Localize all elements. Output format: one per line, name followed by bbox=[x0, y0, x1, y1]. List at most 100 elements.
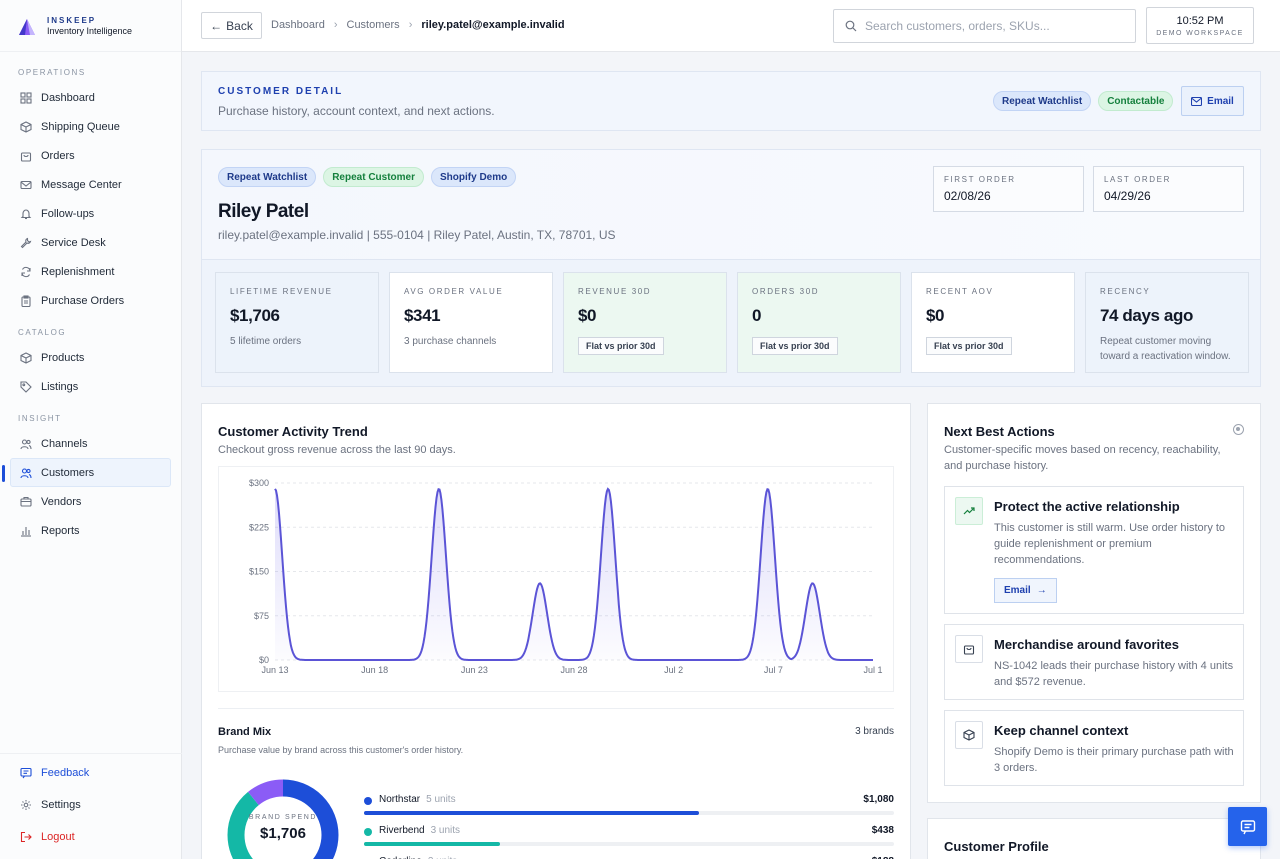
back-label: Back bbox=[226, 18, 253, 33]
action-title: Protect the active relationship bbox=[994, 499, 1180, 514]
donut-center-label: BRAND SPEND $1,706 bbox=[226, 814, 340, 842]
brand-bar-track bbox=[364, 811, 894, 815]
sidebar-item-replenishment[interactable]: Replenishment bbox=[10, 257, 171, 286]
mail-icon bbox=[1191, 96, 1203, 106]
sidebar-item-dashboard[interactable]: Dashboard bbox=[10, 83, 171, 112]
email-button[interactable]: Email bbox=[1181, 86, 1244, 116]
sidebar-item-label: Customers bbox=[41, 466, 95, 479]
sidebar-item-customers[interactable]: Customers bbox=[2, 458, 171, 487]
status-badge: Repeat Watchlist bbox=[993, 91, 1092, 111]
user-icon bbox=[20, 467, 32, 479]
metric-value: $0 bbox=[926, 306, 945, 325]
sidebar-item-label: Replenishment bbox=[41, 265, 115, 278]
search-box[interactable] bbox=[833, 9, 1136, 43]
banner-description: Purchase history, account context, and n… bbox=[218, 104, 495, 118]
sidebar-item-shipping-queue[interactable]: Shipping Queue bbox=[10, 112, 171, 141]
legend-dot bbox=[364, 828, 372, 836]
clock-time: 10:52 PM bbox=[1176, 14, 1224, 27]
target-icon[interactable] bbox=[1233, 424, 1244, 435]
action-text: This customer is still warm. Use order h… bbox=[994, 522, 1226, 566]
last-order-box: LAST ORDER 04/29/26 bbox=[1093, 166, 1244, 212]
sidebar-item-service-desk[interactable]: Service Desk bbox=[10, 228, 171, 257]
action-email-button[interactable]: Email → bbox=[994, 578, 1057, 603]
chat-button[interactable] bbox=[1228, 807, 1267, 846]
y-tick-label: $300 bbox=[249, 478, 269, 488]
sidebar-item-products[interactable]: Products bbox=[10, 343, 171, 372]
metric-revenue-30d: REVENUE 30D $0 Flat vs prior 30d bbox=[563, 272, 727, 373]
wrench-icon bbox=[20, 237, 32, 249]
workspace-clock: 10:52 PM DEMO WORKSPACE bbox=[1146, 7, 1254, 44]
brand-subtitle: Inventory Intelligence bbox=[47, 25, 133, 36]
y-tick-label: $150 bbox=[249, 567, 269, 577]
sidebar-item-label: Logout bbox=[41, 830, 75, 843]
profile-title: Customer Profile bbox=[944, 839, 1049, 854]
first-order-box: FIRST ORDER 02/08/26 bbox=[933, 166, 1084, 212]
breadcrumb-dashboard[interactable]: Dashboard bbox=[271, 19, 325, 31]
legend-dot bbox=[364, 797, 372, 805]
action-text: NS-1042 leads their purchase history wit… bbox=[994, 660, 1234, 688]
nav-section-operations: OPERATIONS bbox=[18, 67, 86, 77]
metric-lifetime-revenue: LIFETIME REVENUE $1,706 5 lifetime order… bbox=[215, 272, 379, 373]
sidebar-item-channels[interactable]: Channels bbox=[10, 429, 171, 458]
breadcrumb-customers[interactable]: Customers bbox=[347, 19, 400, 31]
sidebar-item-settings[interactable]: Settings bbox=[10, 790, 172, 819]
brand-units: 3 units bbox=[430, 825, 461, 836]
search-icon bbox=[845, 20, 857, 32]
brand[interactable]: INSKEEP Inventory Intelligence bbox=[0, 0, 181, 52]
brand-bar-fill bbox=[364, 811, 700, 815]
brand-row[interactable]: Riverbend 3 units $438 bbox=[364, 825, 894, 849]
activity-chart[interactable]: $300 $225 $150 $75 $0 Jun 13 Jun 18 Jun 23 Jun 2… bbox=[218, 466, 894, 692]
series-line bbox=[274, 487, 873, 661]
banner-eyebrow: CUSTOMER DETAIL bbox=[218, 86, 344, 97]
sidebar-item-listings[interactable]: Listings bbox=[10, 372, 171, 401]
sidebar-item-logout[interactable]: Logout bbox=[10, 822, 172, 851]
sidebar-item-reports[interactable]: Reports bbox=[10, 516, 171, 545]
clipboard-icon bbox=[20, 294, 32, 307]
chevron-right-icon: › bbox=[408, 19, 413, 31]
x-tick-label: Jul 7 bbox=[764, 665, 783, 675]
donut-caption: BRAND SPEND bbox=[248, 814, 318, 821]
customer-tag: Repeat Customer bbox=[323, 167, 425, 187]
action-button-label: Email bbox=[1004, 585, 1031, 596]
x-tick-label: Jun 13 bbox=[261, 665, 288, 675]
sidebar-item-label: Service Desk bbox=[41, 236, 106, 249]
back-button[interactable]: ← Back bbox=[201, 12, 262, 39]
metric-label: LIFETIME REVENUE bbox=[230, 287, 333, 296]
activity-title: Customer Activity Trend bbox=[218, 424, 368, 439]
brand-amount: $438 bbox=[871, 825, 894, 836]
sidebar-item-orders[interactable]: Orders bbox=[10, 141, 171, 170]
metric-avg-order-value: AVG ORDER VALUE $341 3 purchase channels bbox=[389, 272, 553, 373]
brand-row[interactable]: Northstar 5 units $1,080 bbox=[364, 794, 894, 818]
chevron-right-icon: › bbox=[333, 19, 338, 31]
search-input[interactable] bbox=[865, 19, 1125, 33]
sidebar-item-message-center[interactable]: Message Center bbox=[10, 170, 171, 199]
brand-units: 5 units bbox=[426, 794, 456, 805]
sidebar-item-purchase-orders[interactable]: Purchase Orders bbox=[10, 286, 171, 315]
email-label: Email bbox=[1207, 95, 1234, 107]
brand-logo-icon bbox=[19, 18, 35, 35]
metric-label: RECENT AOV bbox=[926, 287, 994, 296]
customer-tag: Shopify Demo bbox=[431, 167, 517, 187]
dashboard-icon bbox=[20, 91, 32, 104]
sidebar-item-vendors[interactable]: Vendors bbox=[10, 487, 171, 516]
nav-section-catalog: CATALOG bbox=[18, 327, 67, 337]
breadcrumb-current: riley.patel@example.invalid bbox=[421, 19, 565, 31]
activity-chart-svg: $300 $225 $150 $75 $0Jun 13 Jun 18 Jun 23 Jun 2… bbox=[249, 478, 883, 675]
customer-name: Riley Patel bbox=[218, 201, 309, 222]
sidebar-item-feedback[interactable]: Feedback bbox=[10, 758, 172, 787]
workspace-name: DEMO WORKSPACE bbox=[1156, 29, 1244, 37]
sidebar-item-follow-ups[interactable]: Follow-ups bbox=[10, 199, 171, 228]
nba-title: Next Best Actions bbox=[944, 424, 1055, 439]
series-area bbox=[275, 488, 873, 660]
metric-value: $1,706 bbox=[230, 306, 280, 325]
next-best-actions-card: Next Best Actions Customer-specific move… bbox=[927, 403, 1261, 803]
bag-icon bbox=[955, 635, 983, 663]
metric-trend-chip: Flat vs prior 30d bbox=[926, 337, 1012, 355]
sidebar-item-label: Dashboard bbox=[41, 91, 95, 104]
action-text: Shopify Demo is their primary purchase p… bbox=[994, 746, 1234, 774]
logout-icon bbox=[20, 831, 32, 843]
x-tick-label: Jun 23 bbox=[461, 665, 488, 675]
cube-icon bbox=[955, 721, 983, 749]
gear-icon bbox=[20, 799, 32, 811]
customer-contact-meta: riley.patel@example.invalid | 555-0104 |… bbox=[218, 228, 616, 242]
